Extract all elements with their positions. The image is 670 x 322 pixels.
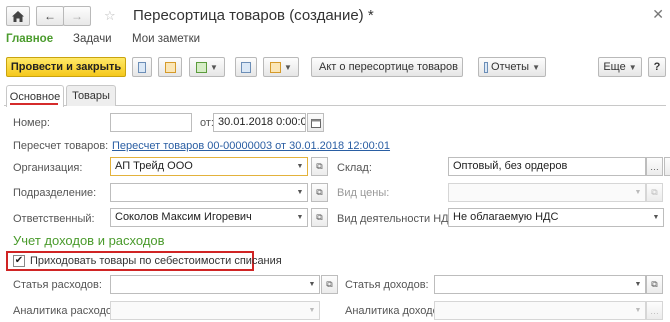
warehouse-label: Склад: — [337, 162, 372, 174]
price-type-label: Вид цены: — [337, 187, 390, 199]
ellipsis-icon: … — [650, 305, 659, 316]
warehouse-field[interactable]: Оптовый, без ордеров — [448, 157, 646, 176]
help-button[interactable]: ? — [648, 57, 666, 77]
close-button[interactable]: ✕ — [652, 6, 664, 23]
division-label: Подразделение: — [13, 187, 97, 199]
open-icon: ⧉ — [316, 161, 323, 171]
chevron-down-icon[interactable]: ▼ — [293, 184, 307, 201]
chevron-down-icon: ▼ — [634, 307, 642, 314]
responsible-value: Соколов Максим Игоревич — [115, 211, 252, 223]
expense-item-field[interactable]: ▼ — [110, 275, 320, 294]
act-regrade-button[interactable]: Акт о пересортице товаров — [311, 57, 463, 77]
warehouse-select-button[interactable]: … — [646, 157, 663, 176]
document-structure-icon — [241, 61, 251, 73]
date-field[interactable]: 30.01.2018 0:00:00 — [213, 113, 306, 132]
post-button[interactable] — [158, 57, 182, 77]
calendar-button[interactable] — [307, 113, 324, 132]
arrow-left-icon: ← — [44, 9, 56, 23]
create-based-on-icon — [196, 61, 208, 73]
tab-goods[interactable]: Товары — [66, 85, 116, 106]
chevron-down-icon: ▼ — [532, 62, 540, 72]
chevron-down-icon[interactable]: ▼ — [649, 209, 663, 226]
number-field[interactable] — [110, 113, 192, 132]
reports-icon — [484, 61, 489, 73]
open-icon: ⧉ — [316, 212, 323, 222]
regrade-label: Пересчет товаров: — [13, 140, 109, 152]
save-icon — [138, 61, 146, 73]
chevron-down-icon[interactable]: ▼ — [293, 158, 307, 175]
structure-button[interactable] — [235, 57, 257, 77]
back-button[interactable]: ← — [36, 6, 64, 26]
cost-write-off-checkbox-label[interactable]: Приходовать товары по себестоимости спис… — [30, 255, 282, 267]
post-and-close-button[interactable]: Провести и закрыть — [6, 57, 126, 77]
act-regrade-label: Акт о пересортице товаров — [319, 61, 458, 73]
create-based-on-button[interactable]: ▼ — [189, 57, 225, 77]
price-type-field: ▼ — [448, 183, 646, 202]
regrade-document-link[interactable]: Пересчет товаров 00-00000003 от 30.01.20… — [112, 140, 390, 152]
print-icon — [270, 61, 282, 73]
warehouse-open-button[interactable] — [664, 157, 670, 176]
home-icon — [12, 10, 24, 22]
responsible-label: Ответственный: — [13, 213, 95, 225]
forward-button[interactable]: → — [63, 6, 91, 26]
chevron-down-icon: ▼ — [628, 62, 637, 72]
reports-button[interactable]: Отчеты ▼ — [478, 57, 546, 77]
chevron-down-icon[interactable]: ▼ — [305, 276, 319, 293]
home-button[interactable] — [6, 6, 30, 26]
organization-label: Организация: — [13, 162, 83, 174]
chevron-down-icon: ▼ — [308, 307, 316, 314]
income-item-field[interactable]: ▼ — [434, 275, 646, 294]
more-label: Еще — [603, 61, 626, 73]
income-item-open-button[interactable]: ⧉ — [646, 275, 663, 294]
chevron-down-icon: ▼ — [210, 62, 218, 72]
income-analytics-select-button: … — [646, 301, 663, 320]
organization-field[interactable]: АП Трейд ООО ▼ — [110, 157, 308, 176]
open-icon: ⧉ — [326, 279, 333, 289]
star-icon: ☆ — [104, 8, 116, 23]
chevron-down-icon: ▼ — [634, 189, 642, 196]
section-notes[interactable]: Мои заметки — [132, 33, 200, 45]
income-expense-section-title: Учет доходов и расходов — [13, 233, 165, 248]
income-analytics-label: Аналитика доходов: — [345, 305, 448, 317]
division-open-button[interactable]: ⧉ — [311, 183, 328, 202]
window-title: Пересортица товаров (создание) * — [133, 7, 374, 24]
income-item-label: Статья доходов: — [345, 279, 429, 291]
division-field[interactable]: ▼ — [110, 183, 308, 202]
expense-analytics-label: Аналитика расходов: — [13, 305, 121, 317]
responsible-open-button[interactable]: ⧉ — [311, 208, 328, 227]
save-button[interactable] — [132, 57, 152, 77]
vat-activity-field[interactable]: Не облагаемую НДС ▼ — [448, 208, 664, 227]
print-menu-button[interactable]: ▼ — [263, 57, 299, 77]
open-icon: ⧉ — [316, 187, 323, 197]
calendar-icon — [310, 118, 321, 128]
section-tasks[interactable]: Задачи — [73, 33, 112, 45]
open-icon: ⧉ — [651, 279, 658, 289]
chevron-down-icon[interactable]: ▼ — [631, 276, 645, 293]
arrow-right-icon: → — [71, 9, 83, 23]
favorite-button[interactable]: ☆ — [104, 8, 116, 24]
vat-activity-value: Не облагаемую НДС — [453, 211, 559, 223]
number-label: Номер: — [13, 117, 50, 129]
ellipsis-icon: … — [650, 161, 659, 172]
expense-item-open-button[interactable]: ⧉ — [321, 275, 338, 294]
organization-open-button[interactable]: ⧉ — [311, 157, 328, 176]
vat-activity-label: Вид деятельности НДС: — [337, 213, 460, 225]
cost-write-off-checkbox[interactable]: ✔ — [13, 255, 25, 267]
open-icon: ⧉ — [651, 187, 658, 197]
active-tab-indicator — [10, 103, 58, 105]
price-type-open-button: ⧉ — [646, 183, 663, 202]
more-button[interactable]: Еще ▼ — [598, 57, 642, 77]
chevron-down-icon: ▼ — [284, 62, 292, 72]
responsible-field[interactable]: Соколов Максим Игоревич ▼ — [110, 208, 308, 227]
close-icon: ✕ — [652, 6, 664, 22]
chevron-down-icon[interactable]: ▼ — [293, 209, 307, 226]
section-main[interactable]: Главное — [6, 33, 53, 45]
organization-value: АП Трейд ООО — [115, 160, 193, 172]
reports-label: Отчеты — [491, 61, 530, 73]
expense-item-label: Статья расходов: — [13, 279, 102, 291]
expense-analytics-field: ▼ — [110, 301, 320, 320]
post-document-icon — [164, 61, 176, 73]
date-prefix-label: от: — [200, 117, 214, 129]
income-analytics-field: ▼ — [434, 301, 646, 320]
